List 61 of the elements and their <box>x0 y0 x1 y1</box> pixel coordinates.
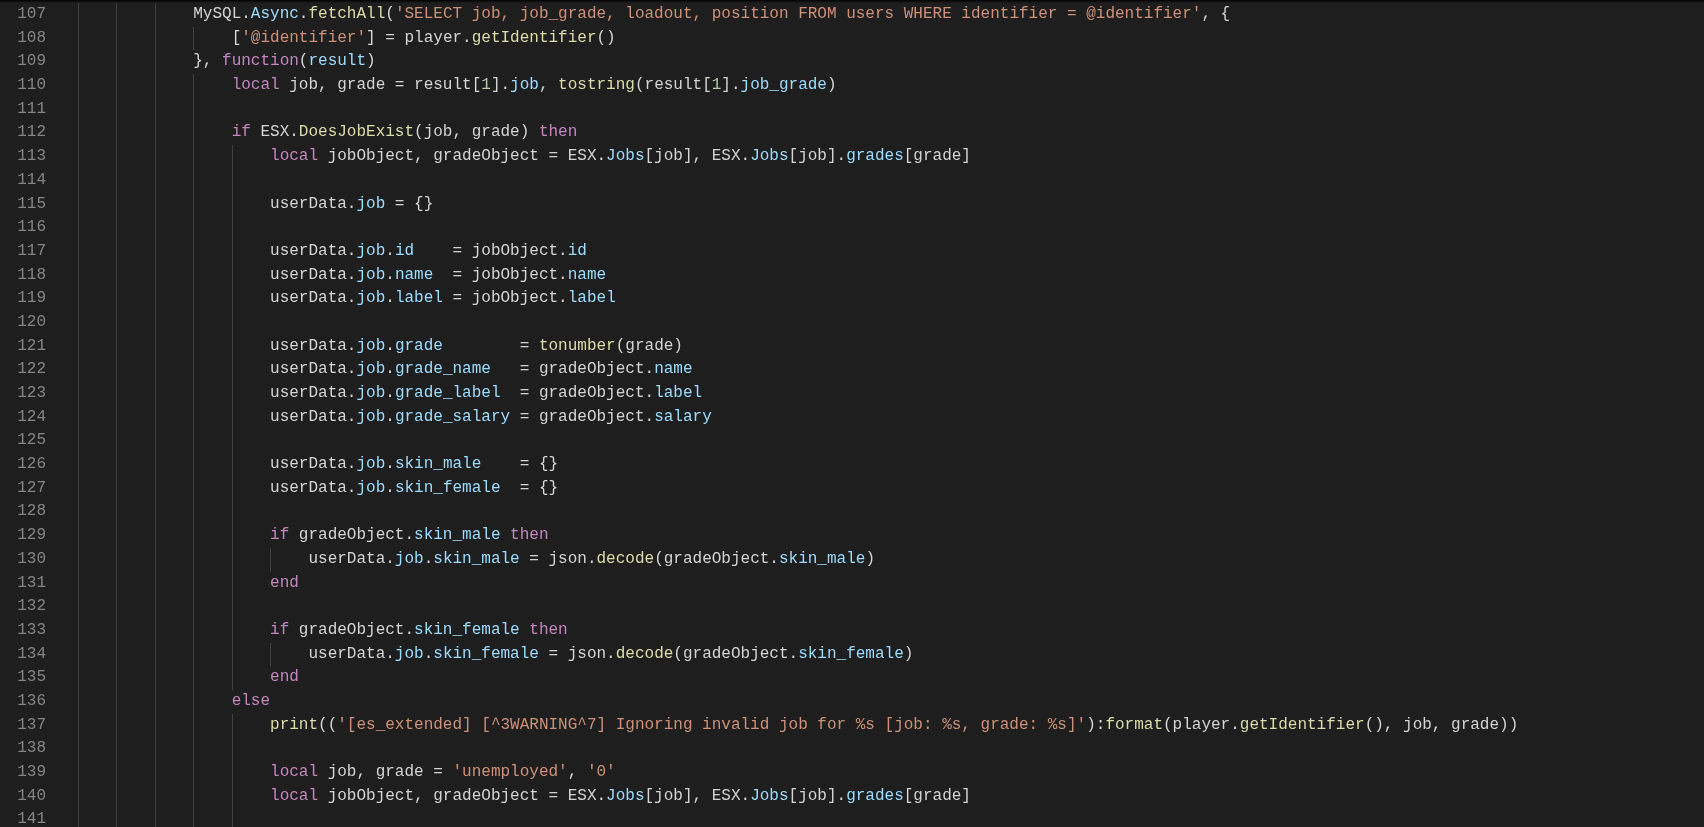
line-number: 118 <box>16 264 46 286</box>
code-line: userData.job.id = jobObject.id <box>269 241 587 260</box>
line-number: 124 <box>16 406 46 428</box>
line-number: 122 <box>16 359 46 381</box>
line-number: 107 <box>16 4 46 25</box>
line-number: 132 <box>16 596 46 618</box>
line-number: 137 <box>16 714 46 736</box>
code-line: userData.job.skin_male = {} <box>269 455 559 474</box>
line-number: 109 <box>16 51 46 73</box>
code-line: }, function(result) <box>192 52 376 71</box>
code-line: end <box>269 573 299 592</box>
code-line: userData.job.grade_name = gradeObject.name <box>269 360 693 379</box>
code-line: userData.job.grade_label = gradeObject.label <box>269 384 703 402</box>
code-line: ['@identifier'] = player.getIdentifier() <box>230 28 616 47</box>
line-number: 123 <box>16 383 46 404</box>
line-number: 110 <box>16 75 46 97</box>
code-line: end <box>269 668 299 687</box>
code-line: if gradeObject.skin_female then <box>269 620 568 639</box>
line-number: 130 <box>16 548 46 570</box>
code-line: MySQL.Async.fetchAll('SELECT job, job_grade, loadout, position FROM users WHERE identifier = @identifier', { <box>192 5 1231 23</box>
line-number: 136 <box>16 690 46 712</box>
line-number: 129 <box>16 525 46 547</box>
code-line: userData.job.skin_female = json.decode(gradeObject.skin_female) <box>307 644 914 663</box>
code-line: if gradeObject.skin_male then <box>269 526 549 545</box>
line-number: 139 <box>16 762 46 783</box>
line-number: 131 <box>16 572 46 594</box>
line-number: 135 <box>16 667 46 689</box>
line-number: 120 <box>16 311 46 333</box>
line-number: 111 <box>16 98 46 120</box>
code-line: userData.job = {} <box>269 194 434 213</box>
code-line: userData.job.grade = tonumber(grade) <box>269 336 683 355</box>
line-number: 114 <box>16 169 46 191</box>
code-line: local jobObject, gradeObject = ESX.Jobs[job], ESX.Jobs[job].grades[grade] <box>269 786 971 805</box>
line-number: 127 <box>16 477 46 499</box>
line-number: 138 <box>16 738 46 760</box>
code-line: else <box>230 691 271 710</box>
line-number: 119 <box>16 288 46 310</box>
line-number: 113 <box>16 146 46 168</box>
line-number: 115 <box>16 193 46 215</box>
line-number: 141 <box>16 809 46 827</box>
line-number: 112 <box>16 122 46 144</box>
code-line: local job, grade = result[1].job, tostring(result[1].job_grade) <box>230 76 837 95</box>
line-number: 121 <box>16 335 46 357</box>
code-line: print(('[es_extended] [^3WARNING^7] Ignoring invalid job for %s [job: %s, grade: %s]'):format(player.getIdentifier(), job, grade)) <box>269 715 1519 734</box>
line-number: 108 <box>16 27 46 49</box>
line-number: 117 <box>16 240 46 262</box>
code-line: userData.job.name = jobObject.name <box>269 265 607 284</box>
code-line: local jobObject, gradeObject = ESX.Jobs[job], ESX.Jobs[job].grades[grade] <box>269 147 971 166</box>
code-line: userData.job.skin_female = {} <box>269 478 559 497</box>
line-number: 133 <box>16 619 46 641</box>
line-number: 134 <box>16 643 46 665</box>
line-number: 128 <box>16 501 46 523</box>
line-number: 116 <box>16 217 46 239</box>
line-number: 125 <box>16 430 46 452</box>
code-line: userData.job.skin_male = json.decode(gradeObject.skin_male) <box>307 549 875 568</box>
code-line: userData.job.label = jobObject.label <box>269 289 616 308</box>
code-line: if ESX.DoesJobExist(job, grade) then <box>230 123 578 142</box>
code-line: userData.job.grade_salary = gradeObject.salary <box>269 407 712 426</box>
line-number: 140 <box>16 785 46 807</box>
line-number: 126 <box>16 454 46 476</box>
code-line: local job, grade = 'unemployed', '0' <box>269 763 616 781</box>
